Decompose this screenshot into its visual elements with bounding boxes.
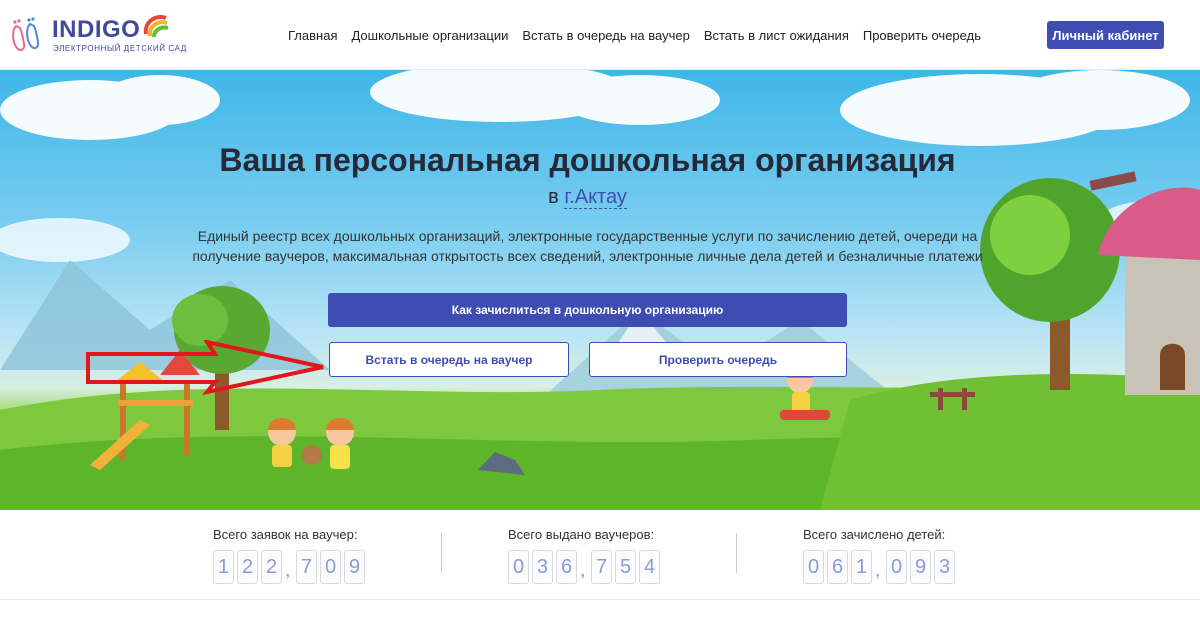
counter-digit: 0 (886, 550, 907, 584)
nav-voucher-queue[interactable]: Встать в очередь на ваучер (522, 28, 689, 43)
counter-digit: 2 (237, 550, 258, 584)
counter-digit: 9 (910, 550, 931, 584)
nav-preschool-orgs[interactable]: Дошкольные организации (351, 28, 508, 43)
counter-digit: 0 (320, 550, 341, 584)
stat-voucher-applications: Всего заявок на ваучер: 1 2 2 , 7 0 9 (213, 527, 368, 584)
city-prefix: в (548, 186, 559, 208)
counter-digit: 7 (591, 550, 612, 584)
logo-subtitle: ЭЛЕКТРОННЫЙ ДЕТСКИЙ САД (53, 44, 187, 53)
stat-children-enrolled: Всего зачислено детей: 0 6 1 , 0 9 3 (803, 527, 958, 584)
footprints-icon (12, 17, 40, 52)
logo[interactable]: INDIGO ЭЛЕКТРОННЫЙ ДЕТСКИЙ САД (10, 12, 186, 58)
counter-digit: 6 (556, 550, 577, 584)
stat-label: Всего заявок на ваучер: (213, 527, 358, 542)
hero-title: Ваша персональная дошкольная организация (219, 142, 956, 178)
counter-separator: , (285, 559, 291, 581)
counter-digit: 9 (344, 550, 365, 584)
counter-digit: 3 (532, 550, 553, 584)
site-header: INDIGO ЭЛЕКТРОННЫЙ ДЕТСКИЙ САД Главная Д… (0, 0, 1200, 70)
counter-digit: 5 (615, 550, 636, 584)
city-selector[interactable]: г.Актау (564, 186, 627, 209)
counter: 1 2 2 , 7 0 9 (213, 550, 368, 584)
main-nav: Главная Дошкольные организации Встать в … (288, 28, 981, 43)
nav-home[interactable]: Главная (288, 28, 337, 43)
counter-separator: , (875, 559, 881, 581)
red-arrow-annotation (86, 340, 324, 395)
how-to-enroll-button[interactable]: Как зачислиться в дошкольную организацию (328, 293, 847, 327)
stat-vouchers-issued: Всего выдано ваучеров: 0 3 6 , 7 5 4 (508, 527, 663, 584)
counter-digit: 7 (296, 550, 317, 584)
stat-label: Всего зачислено детей: (803, 527, 946, 542)
counter-digit: 0 (508, 550, 529, 584)
counter-digit: 4 (639, 550, 660, 584)
nav-check-queue[interactable]: Проверить очередь (863, 28, 981, 43)
personal-cabinet-button[interactable]: Личный кабинет (1047, 21, 1164, 49)
hero-illustration (0, 70, 1200, 510)
counter-digit: 1 (851, 550, 872, 584)
stats-section: Всего заявок на ваучер: 1 2 2 , 7 0 9 Вс… (0, 510, 1200, 600)
voucher-queue-button[interactable]: Встать в очередь на ваучер (329, 342, 569, 377)
hero-city-line: в г.Актау (0, 186, 1175, 209)
stat-label: Всего выдано ваучеров: (508, 527, 655, 542)
counter-digit: 3 (934, 550, 955, 584)
counter-digit: 2 (261, 550, 282, 584)
counter-digit: 6 (827, 550, 848, 584)
logo-wordmark: INDIGO (52, 16, 141, 43)
check-queue-button[interactable]: Проверить очередь (589, 342, 847, 377)
counter-separator: , (580, 559, 586, 581)
stat-divider (441, 533, 442, 573)
counter-digit: 1 (213, 550, 234, 584)
hero-section: Ваша персональная дошкольная организация… (0, 70, 1200, 510)
hero-description: Единый реестр всех дошкольных организаци… (192, 228, 983, 264)
counter: 0 3 6 , 7 5 4 (508, 550, 663, 584)
counter: 0 6 1 , 0 9 3 (803, 550, 958, 584)
counter-digit: 0 (803, 550, 824, 584)
nav-waiting-list[interactable]: Встать в лист ожидания (704, 28, 849, 43)
rainbow-swirl-icon (143, 15, 169, 38)
stat-divider (736, 533, 737, 573)
